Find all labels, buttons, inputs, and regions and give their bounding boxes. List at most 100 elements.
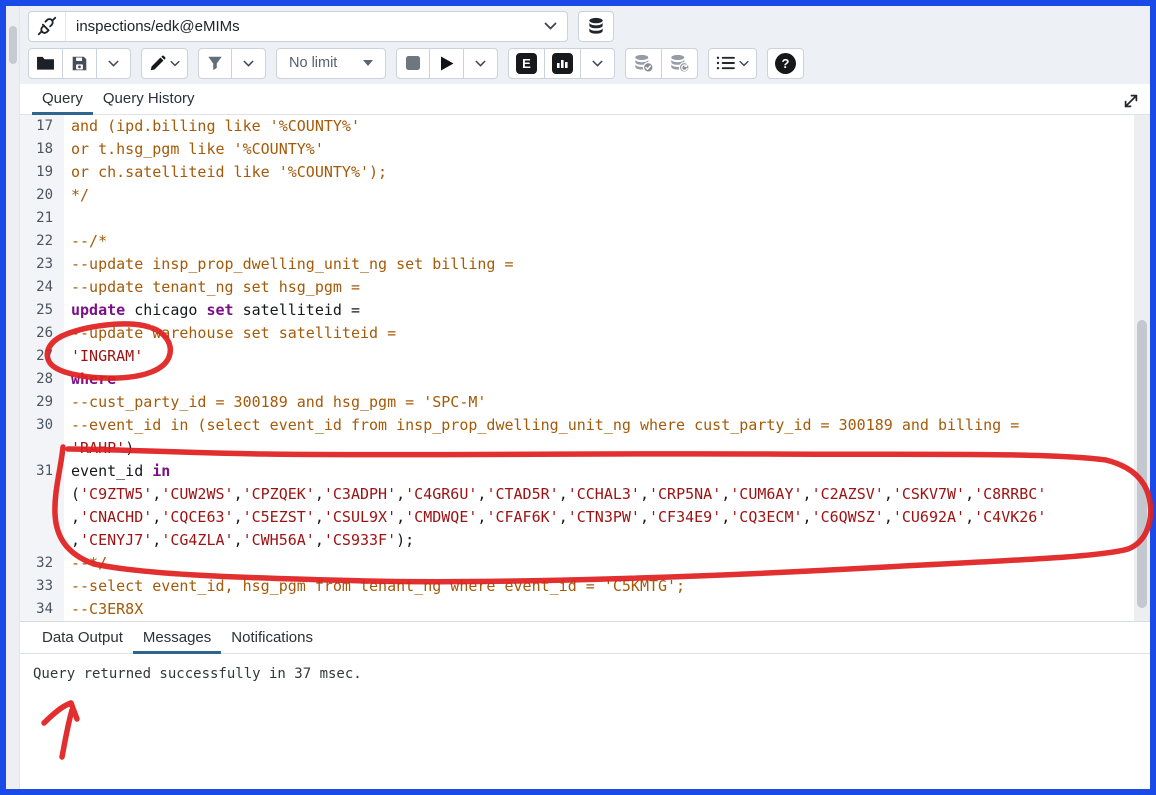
line-number: 34	[20, 598, 64, 621]
tab-data-output[interactable]: Data Output	[32, 624, 133, 653]
code-text: --update warehouse set satelliteid =	[64, 322, 396, 345]
code-line[interactable]: 17and (ipd.billing like '%COUNTY%'	[20, 115, 1150, 138]
db-commit-icon	[633, 54, 654, 73]
filter-button[interactable]	[198, 48, 232, 79]
line-number: 31	[20, 460, 64, 483]
chevron-down-icon	[243, 60, 254, 67]
caret-down-icon	[363, 60, 373, 66]
new-connection-button[interactable]	[578, 11, 614, 42]
help-button[interactable]: ?	[767, 48, 804, 79]
explain-options-button[interactable]	[581, 48, 615, 79]
code-line[interactable]: 26--update warehouse set satelliteid =	[20, 322, 1150, 345]
output-tabs-row: Data Output Messages Notifications	[20, 622, 1150, 654]
line-number: 32	[20, 552, 64, 575]
code-line[interactable]: ('C9ZTW5','CUW2WS','CPZQEK','C3ADPH','C4…	[20, 483, 1150, 506]
row-limit-value: No limit	[289, 55, 337, 71]
code-line[interactable]: 34--C3ER8X	[20, 598, 1150, 621]
code-line[interactable]: 33--select event_id, hsg_pgm from tenant…	[20, 575, 1150, 598]
sql-editor[interactable]: 17and (ipd.billing like '%COUNTY%'18or t…	[20, 115, 1150, 621]
macros-button[interactable]	[708, 48, 757, 79]
play-icon	[440, 56, 454, 71]
code-line[interactable]: 18or t.hsg_pgm like '%COUNTY%'	[20, 138, 1150, 161]
connection-label: inspections/edk@eMIMs	[66, 12, 533, 41]
explain-button[interactable]: E	[508, 48, 545, 79]
editor-scrollbar-thumb[interactable]	[1137, 320, 1147, 608]
line-number: 27	[20, 345, 64, 368]
line-number	[20, 437, 64, 460]
code-lines: 17and (ipd.billing like '%COUNTY%'18or t…	[20, 115, 1150, 621]
stop-square-icon	[406, 56, 420, 70]
code-text: --update insp_prop_dwelling_unit_ng set …	[64, 253, 514, 276]
line-number: 28	[20, 368, 64, 391]
filter-funnel-icon	[207, 55, 223, 71]
line-number: 21	[20, 207, 64, 230]
code-line[interactable]: 25update chicago set satelliteid =	[20, 299, 1150, 322]
code-line[interactable]: 22--/*	[20, 230, 1150, 253]
code-text: ,'CNACHD','CQCE63','C5EZST','CSUL9X','CM…	[64, 506, 1046, 529]
connection-dropdown[interactable]: inspections/edk@eMIMs	[28, 11, 568, 42]
db-rollback-icon	[669, 54, 690, 73]
tab-notifications[interactable]: Notifications	[221, 624, 323, 653]
code-text: or ch.satelliteid like '%COUNTY%');	[64, 161, 387, 184]
line-number: 22	[20, 230, 64, 253]
tab-query[interactable]: Query	[32, 85, 93, 114]
code-text: ('C9ZTW5','CUW2WS','CPZQEK','C3ADPH','C4…	[64, 483, 1046, 506]
code-text: 'RAHP')	[64, 437, 134, 460]
edit-menu-button[interactable]	[141, 48, 188, 79]
code-line[interactable]: 19or ch.satelliteid like '%COUNTY%');	[20, 161, 1150, 184]
code-text: --select event_id, hsg_pgm from tenant_n…	[64, 575, 685, 598]
line-number: 20	[20, 184, 64, 207]
numbered-list-icon	[716, 55, 735, 71]
pgadmin-query-tool-window: inspections/edk@eMIMs	[0, 0, 1156, 795]
rollback-button[interactable]	[662, 48, 698, 79]
line-number: 24	[20, 276, 64, 299]
code-text: --*/	[64, 552, 107, 575]
code-text: where	[64, 368, 116, 391]
line-number: 18	[20, 138, 64, 161]
code-line[interactable]: 24--update tenant_ng set hsg_pgm =	[20, 276, 1150, 299]
query-result-message: Query returned successfully in 37 msec.	[20, 654, 1150, 682]
save-file-button[interactable]	[63, 48, 97, 79]
open-file-button[interactable]	[28, 48, 63, 79]
code-line[interactable]: ,'CENYJ7','CG4ZLA','CWH56A','CS933F');	[20, 529, 1150, 552]
line-number: 19	[20, 161, 64, 184]
save-options-button[interactable]	[97, 48, 131, 79]
code-line[interactable]: 20*/	[20, 184, 1150, 207]
window-left-scrollbar-thumb[interactable]	[9, 26, 17, 64]
filter-options-button[interactable]	[232, 48, 266, 79]
expand-panel-button[interactable]	[1122, 92, 1140, 110]
explain-e-icon: E	[516, 53, 537, 74]
execute-options-button[interactable]	[464, 48, 498, 79]
window-left-scrollbar[interactable]	[6, 6, 20, 789]
code-line[interactable]: 23--update insp_prop_dwelling_unit_ng se…	[20, 253, 1150, 276]
output-panel: Data Output Messages Notifications Query…	[20, 621, 1150, 789]
code-line[interactable]: 21	[20, 207, 1150, 230]
code-line[interactable]: 30--event_id in (select event_id from in…	[20, 414, 1150, 437]
line-number: 30	[20, 414, 64, 437]
code-line[interactable]: 31event_id in	[20, 460, 1150, 483]
stop-button[interactable]	[396, 48, 430, 79]
code-line[interactable]: 27'INGRAM'	[20, 345, 1150, 368]
folder-icon	[36, 55, 55, 71]
explain-analyze-button[interactable]	[545, 48, 581, 79]
query-tabs-row: Query Query History	[20, 84, 1150, 115]
row-limit-select[interactable]: No limit	[276, 48, 386, 79]
code-line[interactable]: 28where	[20, 368, 1150, 391]
execute-button[interactable]	[430, 48, 464, 79]
tab-messages[interactable]: Messages	[133, 624, 221, 653]
line-number	[20, 506, 64, 529]
code-line[interactable]: 'RAHP')	[20, 437, 1150, 460]
code-text: update chicago set satelliteid =	[64, 299, 360, 322]
code-text: --event_id in (select event_id from insp…	[64, 414, 1019, 437]
query-toolbar: No limit E	[28, 47, 1142, 79]
chevron-down-icon	[475, 60, 486, 67]
commit-button[interactable]	[625, 48, 662, 79]
chevron-down-icon	[108, 60, 119, 67]
code-line[interactable]: ,'CNACHD','CQCE63','C5EZST','CSUL9X','CM…	[20, 506, 1150, 529]
tab-query-history[interactable]: Query History	[93, 85, 205, 114]
code-line[interactable]: 32--*/	[20, 552, 1150, 575]
line-number: 33	[20, 575, 64, 598]
editor-scrollbar[interactable]	[1134, 115, 1150, 621]
chevron-down-icon	[592, 60, 603, 67]
code-line[interactable]: 29--cust_party_id = 300189 and hsg_pgm =…	[20, 391, 1150, 414]
